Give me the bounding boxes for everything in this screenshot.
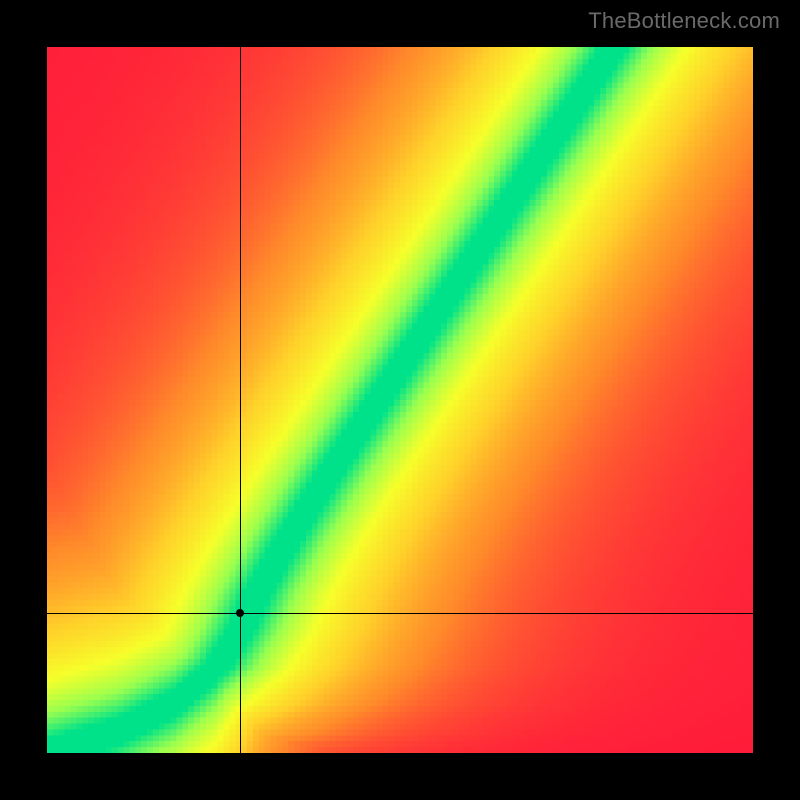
crosshair-horizontal (47, 613, 753, 614)
watermark-text: TheBottleneck.com (588, 8, 780, 34)
bottleneck-heatmap (47, 47, 753, 753)
crosshair-vertical (240, 47, 241, 753)
crosshair-marker-dot (236, 609, 244, 617)
